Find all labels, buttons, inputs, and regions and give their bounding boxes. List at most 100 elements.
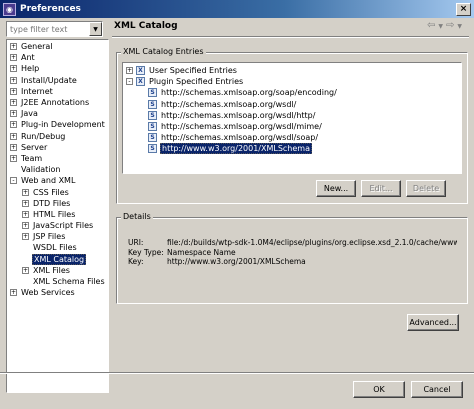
nav-tree-item[interactable]: WSDL Files (7, 242, 108, 253)
expand-icon[interactable]: + (126, 67, 133, 75)
nav-tree-item[interactable]: + Server (7, 142, 108, 153)
catalog-folder-icon: X (136, 66, 145, 76)
nav-tree-item-label: Ant (21, 53, 35, 63)
cancel-button[interactable]: Cancel (411, 381, 463, 398)
nav-tree-item[interactable]: Validation (7, 164, 108, 175)
nav-tree-item[interactable]: + JSP Files (7, 231, 108, 242)
chevron-down-icon[interactable]: ▼ (457, 20, 462, 31)
nav-tree-item[interactable]: + Ant (7, 52, 108, 63)
nav-tree-item-label: Validation (21, 165, 61, 175)
nav-tree-item[interactable]: + Plug-in Development (7, 119, 108, 130)
nav-tree-item-label: General (21, 42, 53, 52)
schema-file-icon: S (148, 99, 157, 109)
uri-label: URI: (128, 238, 144, 247)
expand-icon[interactable]: + (10, 43, 17, 51)
expand-icon[interactable]: + (10, 289, 17, 297)
expand-icon[interactable]: + (22, 233, 29, 241)
expand-icon[interactable]: + (10, 54, 17, 62)
nav-tree-item[interactable]: + HTML Files (7, 209, 108, 220)
chevron-down-icon[interactable]: ▼ (89, 22, 102, 36)
expand-icon[interactable]: + (22, 222, 29, 230)
catalog-folder-icon: X (136, 77, 145, 87)
nav-tree-item[interactable]: - Web and XML (7, 175, 108, 186)
history-nav: ⇦ ▼ ⇨ ▼ (427, 20, 462, 31)
catalog-entry-label: http://schemas.xmlsoap.org/wsdl/mime/ (161, 122, 322, 132)
nav-tree-item[interactable]: + Run/Debug (7, 131, 108, 142)
new-button[interactable]: New... (316, 180, 356, 197)
nav-tree-item-label: XML Files (33, 265, 70, 275)
filter-field[interactable]: ▼ (6, 21, 103, 37)
expand-icon[interactable]: + (22, 188, 29, 196)
expand-icon[interactable]: + (10, 143, 17, 151)
details-panel: URI: file:/d:/builds/wtp-sdk-1.0M4/eclips… (128, 238, 457, 267)
preferences-tree[interactable]: + General + Ant + Help + Install/Update + Interne… (6, 39, 109, 393)
nav-tree-item-label: XML Schema Files (33, 277, 105, 287)
nav-tree-item-label: Web Services (21, 288, 75, 298)
window-title: Preferences (20, 4, 81, 14)
ok-button[interactable]: OK (353, 381, 405, 398)
nav-tree-item[interactable]: XML Catalog (7, 253, 108, 265)
catalog-entry-label: http://www.w3.org/2001/XMLSchema (160, 143, 312, 155)
collapse-icon[interactable]: - (10, 177, 17, 185)
schema-file-icon: S (148, 122, 157, 132)
filter-input[interactable] (7, 24, 89, 34)
expand-icon[interactable]: + (10, 132, 17, 140)
expand-icon[interactable]: + (10, 110, 17, 118)
nav-tree-item[interactable]: + General (7, 41, 108, 52)
catalog-entry[interactable]: Shttp://schemas.xmlsoap.org/wsdl/http/ (123, 110, 461, 121)
nav-tree-item[interactable]: XML Schema Files (7, 276, 108, 287)
nav-tree-item[interactable]: + Team (7, 153, 108, 164)
schema-file-icon: S (148, 110, 157, 120)
nav-tree-item-label: J2EE Annotations (21, 98, 90, 108)
eclipse-icon: ◉ (3, 2, 16, 16)
catalog-entry[interactable]: Shttp://schemas.xmlsoap.org/wsdl/mime/ (123, 121, 461, 132)
catalog-entry[interactable]: Shttp://schemas.xmlsoap.org/soap/encodin… (123, 87, 461, 98)
advanced-button[interactable]: Advanced... (407, 314, 459, 331)
catalog-entry-label: http://schemas.xmlsoap.org/wsdl/ (161, 99, 297, 109)
title-bar: ◉ Preferences × (0, 0, 474, 18)
nav-tree-item-label: WSDL Files (33, 243, 77, 253)
forward-arrow-icon[interactable]: ⇨ (446, 20, 454, 31)
expand-icon[interactable]: + (10, 99, 17, 107)
catalog-entries-tree[interactable]: + X User Specified Entries - X Plugin Specifi… (122, 62, 462, 174)
edit-button[interactable]: Edit... (361, 180, 401, 197)
expand-icon[interactable]: + (22, 210, 29, 218)
delete-button[interactable]: Delete (406, 180, 446, 197)
nav-tree-item-label: CSS Files (33, 187, 69, 197)
close-button[interactable]: × (456, 2, 471, 16)
catalog-entry[interactable]: Shttp://schemas.xmlsoap.org/wsdl/soap/ (123, 132, 461, 143)
uri-value: file:/d:/builds/wtp-sdk-1.0M4/eclipse/pl… (167, 238, 457, 247)
nav-tree-item-label: JSP Files (33, 232, 66, 242)
catalog-entry[interactable]: + X User Specified Entries (123, 65, 461, 76)
nav-tree-item[interactable]: + Web Services (7, 287, 108, 298)
nav-tree-item-label: Run/Debug (21, 131, 66, 141)
expand-icon[interactable]: + (10, 76, 17, 84)
nav-tree-item[interactable]: + Install/Update (7, 75, 108, 86)
nav-tree-item[interactable]: + Internet (7, 86, 108, 97)
chevron-down-icon[interactable]: ▼ (438, 20, 443, 31)
schema-file-icon: S (148, 88, 157, 98)
catalog-entry[interactable]: Shttp://www.w3.org/2001/XMLSchema (123, 143, 461, 155)
nav-tree-item[interactable]: + DTD Files (7, 198, 108, 209)
catalog-entry[interactable]: Shttp://schemas.xmlsoap.org/wsdl/ (123, 99, 461, 110)
key-label: Key: (128, 257, 144, 266)
catalog-entry-label: http://schemas.xmlsoap.org/soap/encoding… (161, 88, 337, 98)
nav-tree-item[interactable]: + Java (7, 108, 108, 119)
catalog-entry-label: Plugin Specified Entries (149, 77, 244, 87)
nav-tree-item[interactable]: + JavaScript Files (7, 220, 108, 231)
nav-tree-item[interactable]: + XML Files (7, 265, 108, 276)
nav-tree-item[interactable]: + CSS Files (7, 186, 108, 197)
collapse-icon[interactable]: - (126, 78, 133, 86)
page-title: XML Catalog (114, 21, 178, 31)
nav-tree-item[interactable]: + Help (7, 63, 108, 74)
back-arrow-icon[interactable]: ⇦ (427, 20, 435, 31)
expand-icon[interactable]: + (22, 266, 29, 274)
expand-icon[interactable]: + (22, 199, 29, 207)
catalog-entry-label: http://schemas.xmlsoap.org/wsdl/http/ (161, 110, 316, 120)
expand-icon[interactable]: + (10, 154, 17, 162)
expand-icon[interactable]: + (10, 121, 17, 129)
nav-tree-item[interactable]: + J2EE Annotations (7, 97, 108, 108)
catalog-entry[interactable]: - X Plugin Specified Entries (123, 76, 461, 87)
expand-icon[interactable]: + (10, 65, 17, 73)
expand-icon[interactable]: + (10, 87, 17, 95)
